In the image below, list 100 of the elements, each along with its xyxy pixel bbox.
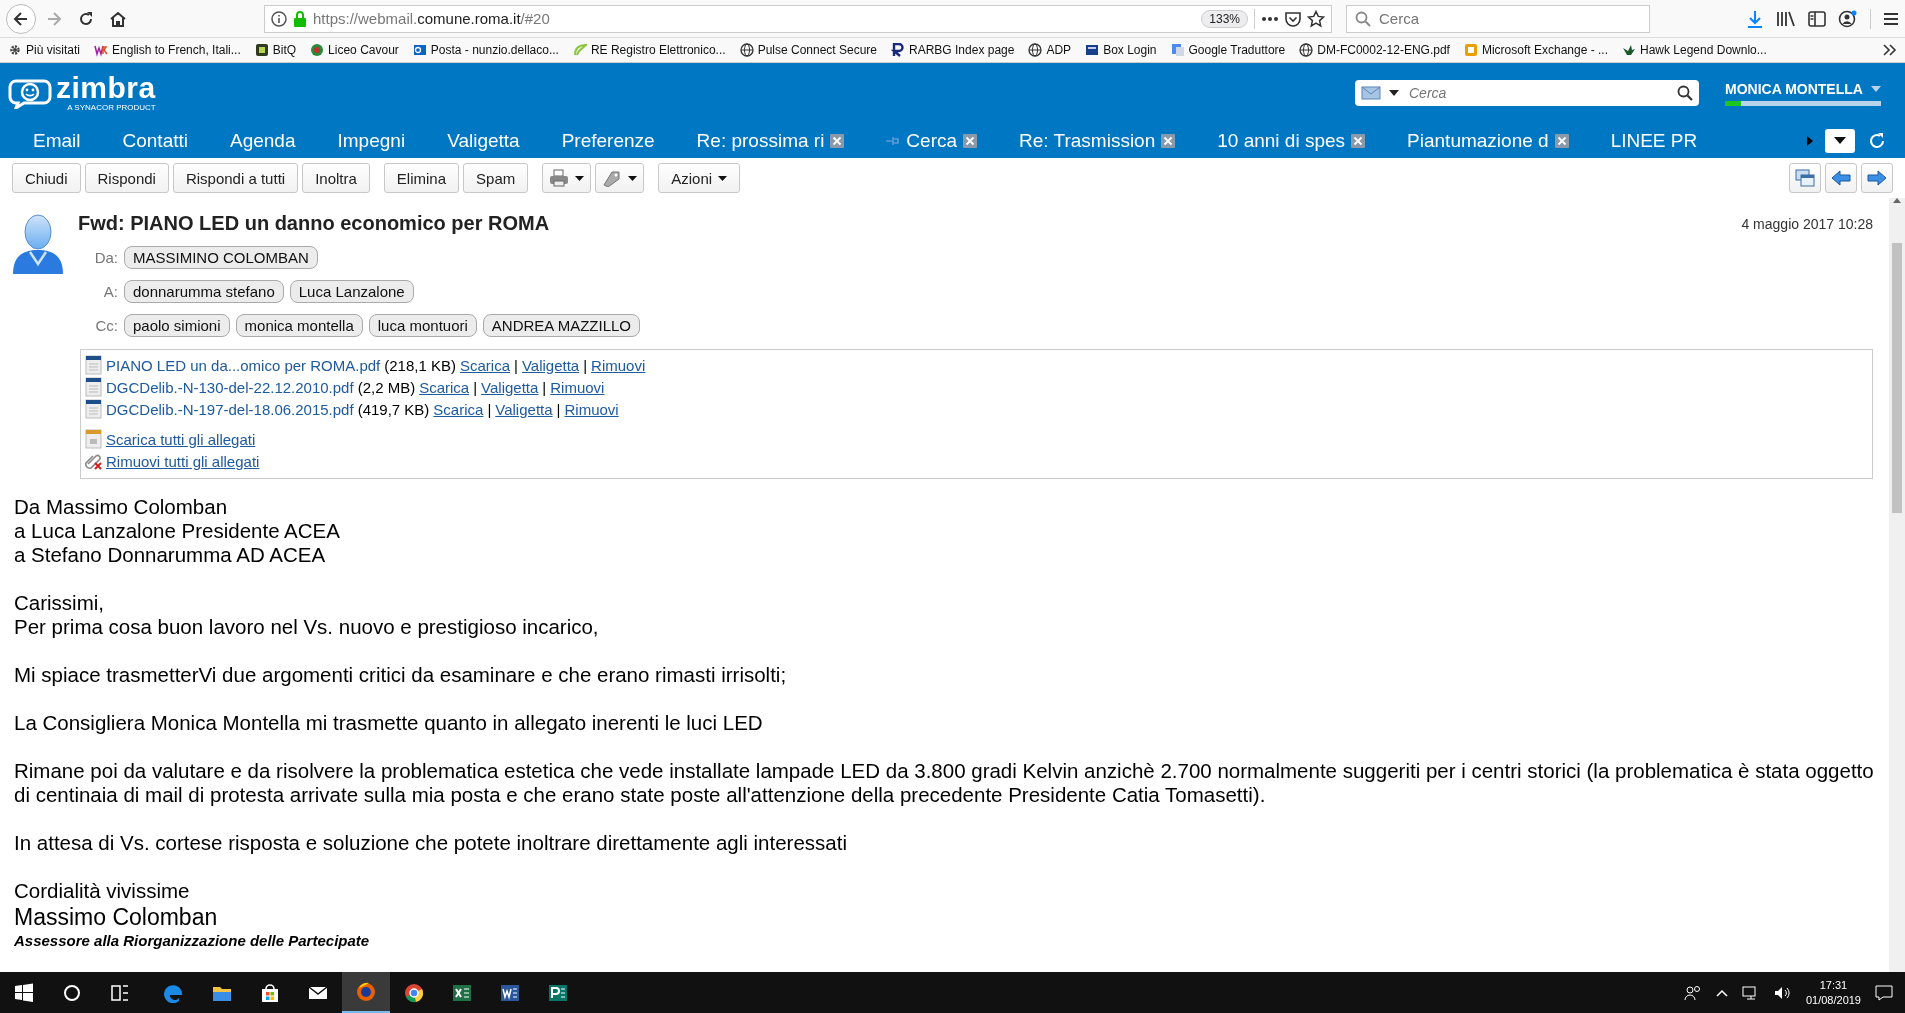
refresh-icon[interactable] [1867, 130, 1887, 151]
star-icon[interactable] [1307, 9, 1325, 28]
new-window-button[interactable] [1789, 163, 1821, 193]
bookmark-item[interactable]: Box Login [1085, 43, 1157, 57]
bookmark-item[interactable]: English to French, Itali... [94, 43, 241, 57]
bookmark-item[interactable]: Più visitati [8, 43, 81, 57]
toolbar-button[interactable]: Rispondi a tutti [172, 163, 299, 193]
attachment-name[interactable]: DGCDelib.-N-197-del-18.06.2015.pdf [106, 400, 354, 418]
bookmark-item[interactable]: BitQ [254, 43, 297, 57]
chevron-up-icon[interactable] [1715, 988, 1728, 997]
user-name[interactable]: MONICA MONTELLA [1725, 80, 1863, 97]
reload-icon [77, 9, 95, 28]
attachment-size: (2,2 MB) [357, 378, 416, 396]
bookmark-item[interactable]: Posta - nunzio.dellaco... [412, 43, 559, 57]
app-tab[interactable]: Contatti [101, 123, 209, 158]
contact-chip[interactable]: paolo simioni [124, 314, 230, 337]
contact-chip[interactable]: Luca Lanzalone [289, 280, 414, 303]
scroll-right-icon[interactable] [1807, 135, 1813, 146]
clock[interactable]: 17:31 01/08/2019 [1805, 977, 1861, 1008]
attachment-link[interactable]: Rimuovi [564, 400, 619, 418]
contact-chip[interactable]: monica montella [235, 314, 363, 337]
caret-icon [718, 175, 728, 181]
paperclip-remove-icon [85, 452, 102, 470]
bookmark-item[interactable]: ADP [1028, 43, 1072, 57]
tag-menu-button[interactable] [595, 163, 645, 193]
close-icon[interactable] [1161, 133, 1176, 148]
toolbar-button[interactable]: Chiudi [12, 163, 81, 193]
attachment-link[interactable]: Valigetta [481, 378, 539, 396]
app-tab[interactable]: Cerca [865, 123, 999, 158]
bookmark-icon [310, 43, 325, 57]
search-icon[interactable] [1677, 85, 1693, 101]
address-bar[interactable]: https://webmail.comune.roma.it/#20 133% [264, 4, 1332, 33]
caret-icon[interactable] [1389, 90, 1399, 96]
zoom-level[interactable]: 133% [1201, 9, 1248, 28]
bookmark-item[interactable]: Hawk Legend Downlo... [1622, 43, 1767, 57]
next-button[interactable] [1861, 163, 1893, 193]
attachment-link[interactable]: Rimuovi [591, 356, 646, 374]
previous-button[interactable] [1825, 163, 1857, 193]
bookmark-item[interactable]: Liceo Cavour [310, 43, 399, 57]
search-icon [1355, 10, 1371, 27]
bookmark-item[interactable]: RARBG Index page [891, 43, 1015, 57]
close-icon[interactable] [1351, 133, 1366, 148]
contact-chip[interactable]: ANDREA MAZZILLO [482, 314, 640, 337]
close-icon[interactable] [830, 133, 845, 148]
search-field[interactable]: Cerca [1346, 4, 1650, 33]
print-menu-button[interactable] [542, 163, 592, 193]
bookmark-item[interactable]: Google Traduttore [1170, 43, 1286, 57]
attachment-name[interactable]: PIANO LED un da...omico per ROMA.pdf [106, 356, 381, 374]
pocket-icon[interactable] [1285, 10, 1301, 27]
close-icon[interactable] [1554, 133, 1569, 148]
library-icon[interactable] [1776, 9, 1796, 28]
notification-icon[interactable] [1875, 984, 1893, 1001]
actions-menu-button[interactable]: Azioni [658, 163, 741, 193]
app-tab[interactable]: Re: prossima ri [675, 123, 866, 158]
bookmark-item[interactable]: RE Registro Elettronico... [572, 43, 726, 57]
contact-chip[interactable]: luca montuori [368, 314, 477, 337]
scrollbar[interactable] [1889, 198, 1905, 972]
download-icon[interactable] [1746, 9, 1764, 28]
toolbar-button[interactable]: Rispondi [84, 163, 169, 193]
app-tab[interactable]: Piantumazione d [1386, 123, 1590, 158]
more-icon[interactable] [1261, 15, 1279, 22]
bookmark-item[interactable]: Pulse Connect Secure [739, 43, 878, 57]
clock-date: 01/08/2019 [1805, 992, 1861, 1008]
app-tab[interactable]: Preferenze [540, 123, 676, 158]
people-icon[interactable] [1683, 984, 1702, 1001]
contact-chip[interactable]: donnarumma stefano [124, 280, 284, 303]
tab-menu-button[interactable] [1825, 128, 1855, 153]
chevron-icon[interactable] [1883, 44, 1897, 56]
attachment-link[interactable]: Scarica [433, 400, 484, 418]
bookmark-item[interactable]: Microsoft Exchange - ... [1463, 43, 1608, 57]
app-tab[interactable]: Impegni [316, 123, 427, 158]
scrollbar-thumb[interactable] [1892, 243, 1902, 513]
app-tab[interactable]: 10 anni di spes [1196, 123, 1387, 158]
attachment-name[interactable]: DGCDelib.-N-130-del-22.12.2010.pdf [106, 378, 354, 396]
account-icon[interactable] [1838, 9, 1858, 28]
link-separator: | [487, 400, 492, 418]
toolbar-button[interactable]: Inoltra [302, 163, 370, 193]
toolbar-button[interactable]: Spam [463, 163, 529, 193]
attachment-link[interactable]: Rimuovi [550, 378, 605, 396]
sidebar-icon[interactable] [1808, 10, 1826, 27]
attachment-link[interactable]: Scarica [460, 356, 511, 374]
contact-chip[interactable]: MASSIMINO COLOMBAN [124, 246, 318, 269]
close-icon[interactable] [963, 133, 978, 148]
app-tab[interactable]: LINEE PR [1589, 123, 1708, 158]
bookmark-item[interactable]: DM-FC0002-12-ENG.pdf [1299, 43, 1450, 57]
attachment-link[interactable]: Valigetta [495, 400, 553, 418]
attachment-link[interactable]: Scarica tutti gli allegati [106, 430, 256, 448]
app-tab[interactable]: Agenda [209, 123, 317, 158]
attachment-link[interactable]: Scarica [419, 378, 470, 396]
bookmark-icon [94, 43, 109, 57]
search-field[interactable]: Cerca [1355, 80, 1699, 106]
attachment-link[interactable]: Rimuovi tutti gli allegati [106, 452, 260, 470]
attachment-link[interactable]: Valigetta [521, 356, 580, 374]
app-tab[interactable]: Re: Trasmission [998, 123, 1197, 158]
app-tab[interactable]: Valigetta [426, 123, 541, 158]
toolbar-button[interactable]: Elimina [383, 163, 460, 193]
back-button[interactable] [6, 3, 36, 34]
app-tab[interactable]: Email [12, 123, 102, 158]
menu-icon[interactable] [1883, 11, 1899, 26]
windows-icon [1795, 169, 1815, 187]
